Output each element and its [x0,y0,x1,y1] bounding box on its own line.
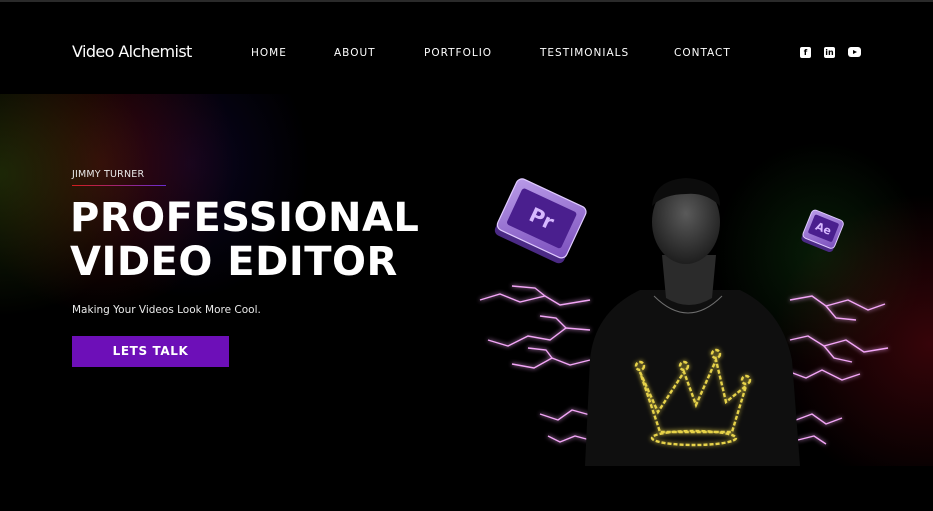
nav-testimonials[interactable]: TESTIMONIALS [540,47,629,59]
person-photo [585,178,800,466]
linkedin-icon[interactable]: in [824,47,835,58]
lets-talk-button[interactable]: LETS TALK [72,336,229,367]
headline-line-1: PROFESSIONAL [70,195,420,241]
hero-tagline: Making Your Videos Look More Cool. [72,304,261,316]
nav-portfolio[interactable]: PORTFOLIO [424,47,492,59]
hero-illustration: Pr Ae [479,178,889,466]
facebook-icon[interactable]: f [800,47,811,58]
eyebrow-underline [72,185,166,186]
headline-line-2: VIDEO EDITOR [70,239,398,285]
hero-headline: PROFESSIONAL VIDEO EDITOR [70,196,419,284]
premiere-pro-icon: Pr [494,178,587,264]
lightning-right-icon [789,295,889,445]
page-bottom [0,466,933,511]
youtube-icon[interactable] [848,47,861,57]
after-effects-icon: Ae [801,209,844,252]
lightning-left-icon [479,285,591,443]
site-header: Video Alchemist HOME ABOUT PORTFOLIO TES… [0,2,933,94]
hero-eyebrow: JIMMY TURNER [72,169,145,180]
nav-contact[interactable]: CONTACT [674,47,731,59]
nav-home[interactable]: HOME [251,47,287,59]
nav-about[interactable]: ABOUT [334,47,376,59]
brand-logo[interactable]: Video Alchemist [72,42,192,61]
